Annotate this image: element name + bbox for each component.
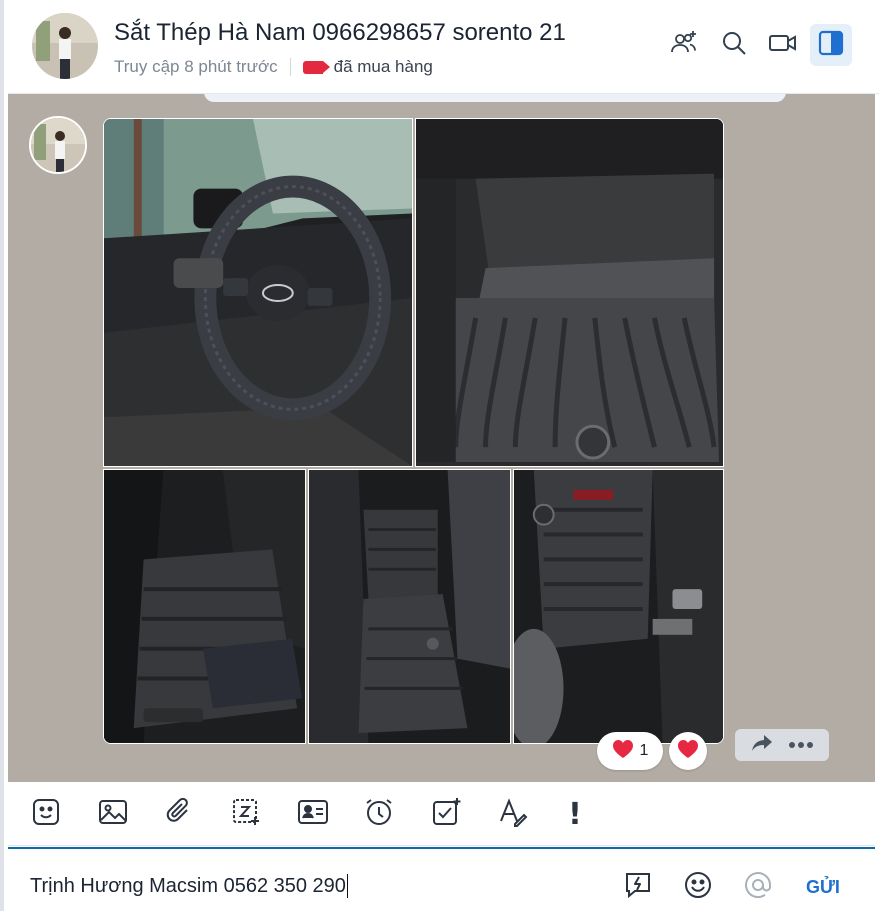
text-format-button[interactable]: [496, 797, 530, 831]
chat-subtitle: Truy cập 8 phút trước đã mua hàng: [114, 57, 433, 77]
label-tag-icon: [302, 60, 330, 74]
important-icon: !: [568, 796, 582, 832]
text-caret: [346, 874, 349, 898]
contact-card-button[interactable]: [296, 797, 330, 831]
important-button[interactable]: !: [558, 796, 592, 832]
more-icon[interactable]: [788, 736, 814, 754]
quick-message-button[interactable]: [622, 871, 654, 903]
photo-album: [103, 118, 724, 744]
attachment-button[interactable]: [163, 797, 197, 831]
video-call-icon: [768, 31, 798, 60]
todo-button[interactable]: [429, 797, 463, 831]
search-button[interactable]: [713, 24, 755, 66]
emoji-icon: [683, 870, 713, 905]
image-button[interactable]: [96, 797, 130, 831]
last-seen: Truy cập 8 phút trước: [114, 57, 278, 76]
todo-icon: [431, 797, 461, 832]
add-member-icon: [670, 29, 698, 62]
photo-floor-mat-driver[interactable]: [513, 469, 724, 744]
message-actions: [735, 729, 829, 761]
sender-avatar[interactable]: [29, 116, 87, 174]
sticker-button[interactable]: [29, 797, 63, 831]
message-input-text: Trịnh Hương Macsim 0562 350 290: [30, 874, 346, 897]
photo-car-interior[interactable]: [103, 118, 413, 467]
sidebar-toggle-button[interactable]: [810, 24, 852, 66]
chat-title: Sắt Thép Hà Nam 0966298657 sorento 21: [114, 19, 566, 46]
message-list[interactable]: 1: [8, 94, 875, 782]
message-input[interactable]: Trịnh Hương Macsim 0562 350 290: [30, 874, 349, 898]
emoji-button[interactable]: [682, 871, 714, 903]
search-icon: [721, 30, 747, 61]
send-button[interactable]: GỬI: [806, 877, 840, 898]
quick-message-icon: [623, 870, 653, 905]
previous-message-edge: [204, 94, 786, 102]
contact-card-icon: [297, 798, 329, 831]
heart-icon: [677, 739, 699, 764]
avatar[interactable]: [32, 13, 98, 79]
image-icon: [98, 797, 128, 832]
divider: [289, 58, 291, 76]
message-composer: Trịnh Hương Macsim 0562 350 290 GỬI: [8, 847, 875, 911]
add-member-button[interactable]: [663, 24, 705, 66]
mention-icon: [743, 870, 773, 905]
photo-floor-mat-front[interactable]: [415, 118, 724, 467]
reminder-button[interactable]: [362, 797, 396, 831]
screenshot-icon: [231, 797, 261, 832]
customer-label[interactable]: đã mua hàng: [334, 57, 433, 77]
photo-floor-mat-rear[interactable]: [103, 469, 306, 744]
chat-window: Sắt Thép Hà Nam 0966298657 sorento 21 Tr…: [0, 0, 879, 911]
react-button[interactable]: [669, 732, 707, 770]
share-icon[interactable]: [751, 734, 773, 757]
chat-header: Sắt Thép Hà Nam 0966298657 sorento 21 Tr…: [8, 0, 879, 94]
reaction-count: 1: [639, 742, 649, 759]
video-call-button[interactable]: [762, 24, 804, 66]
mention-button[interactable]: [742, 871, 774, 903]
screenshot-button[interactable]: [229, 797, 263, 831]
sidebar-toggle-icon: [818, 30, 844, 61]
reaction-summary[interactable]: 1: [597, 732, 663, 770]
photo-floor-mat-middle[interactable]: [308, 469, 511, 744]
reminder-icon: [364, 797, 394, 832]
heart-icon: [612, 739, 634, 764]
composer-toolbar: !: [8, 782, 875, 846]
sticker-icon: [31, 797, 61, 832]
attachment-icon: [165, 797, 195, 832]
text-format-icon: [498, 797, 528, 832]
